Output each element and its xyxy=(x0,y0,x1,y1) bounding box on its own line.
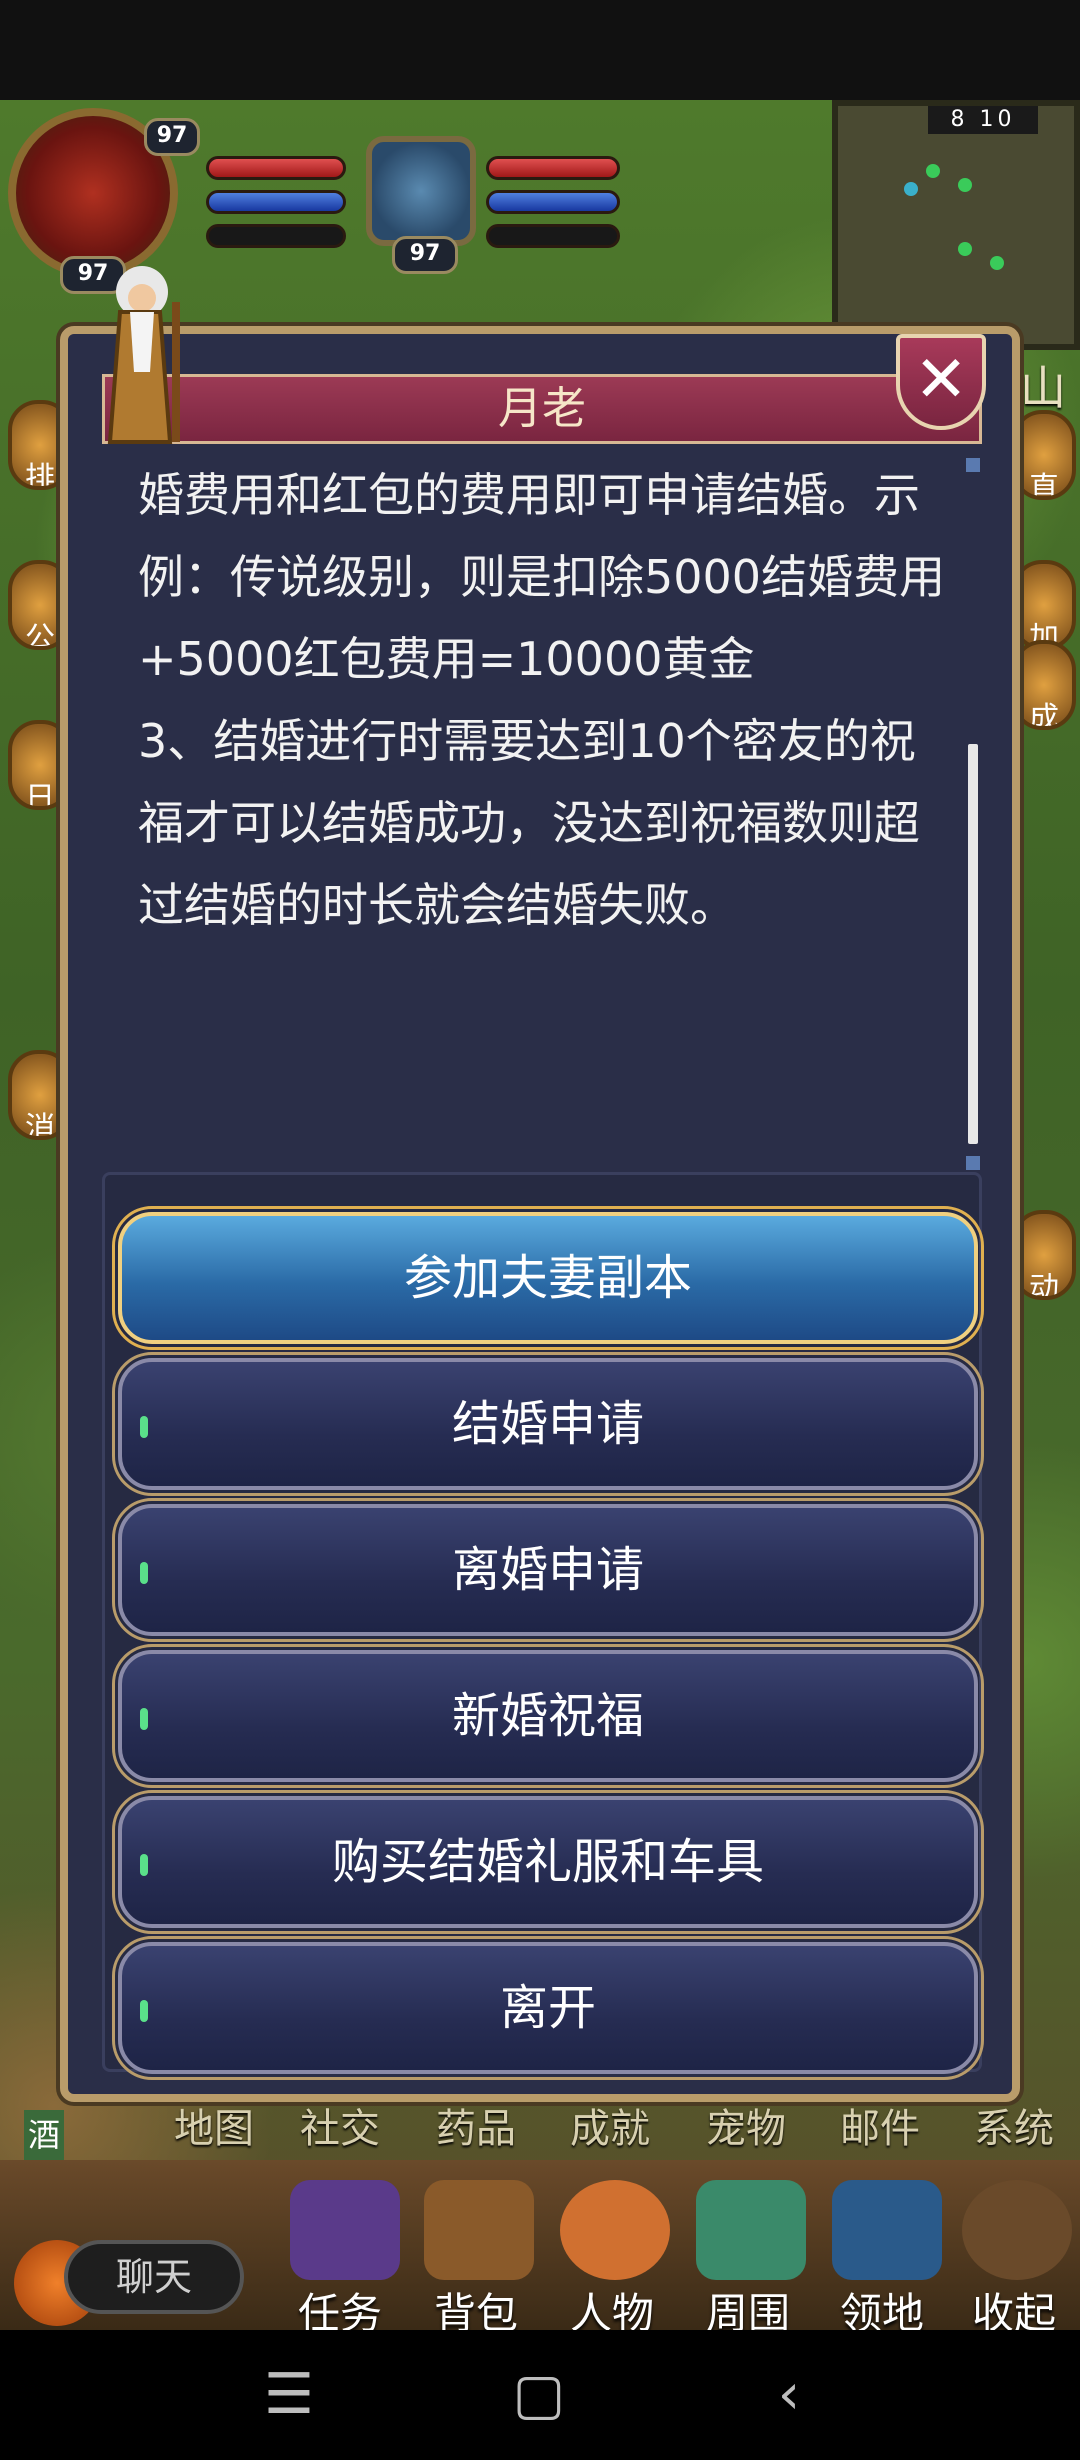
option-buy-wedding-outfit-button[interactable]: 购买结婚礼服和车具 xyxy=(112,1790,984,1934)
backpack-icon[interactable] xyxy=(424,2180,534,2280)
tab-map[interactable]: 地图 xyxy=(174,2096,254,2154)
side-icon-bonus[interactable]: 加 xyxy=(1012,560,1076,650)
tab-pets[interactable]: 宠物 xyxy=(706,2096,786,2154)
quick-tabs: 地图 社交 药品 成就 宠物 邮件 系统 xyxy=(160,2096,1080,2156)
minimap-coordinates: 8 10 xyxy=(928,106,1038,134)
minimap-npc-marker xyxy=(990,256,1004,270)
close-button[interactable]: ✕ xyxy=(896,334,986,430)
tab-social[interactable]: 社交 xyxy=(300,2096,380,2154)
dialog-title: 月老 xyxy=(102,374,982,444)
pet-mp-bar xyxy=(486,190,620,214)
pet-level-badge: 97 xyxy=(392,236,458,274)
status-bar xyxy=(0,0,1080,100)
dialog-paragraph: 婚费用和红包的费用即可申请结婚。示例：传说级别，则是扣除5000结婚费用+500… xyxy=(138,468,946,686)
option-couple-dungeon-button[interactable]: 参加夫妻副本 xyxy=(112,1206,984,1350)
minimap-player-marker xyxy=(904,182,918,196)
button-indicator-icon xyxy=(140,1562,148,1584)
minimap-npc-marker xyxy=(958,242,972,256)
tab-system[interactable]: 系统 xyxy=(974,2096,1054,2154)
tab-potions[interactable]: 药品 xyxy=(436,2096,516,2154)
map-label-mountain: 山 xyxy=(1020,361,1066,415)
tavern-sign: 酒 xyxy=(24,2110,64,2160)
side-icon-city[interactable]: 成 xyxy=(1012,640,1076,730)
option-label: 新婚祝福 xyxy=(451,1688,644,1744)
pet-hp-bar xyxy=(486,156,620,180)
minimap-npc-marker xyxy=(926,164,940,178)
button-indicator-icon xyxy=(140,2000,148,2022)
player-hp-bar xyxy=(206,156,346,180)
minimap-npc-marker xyxy=(958,178,972,192)
button-indicator-icon xyxy=(140,1708,148,1730)
scroll-up-arrow-icon[interactable] xyxy=(966,458,980,472)
player-xp-bar xyxy=(206,224,346,248)
scroll-down-arrow-icon[interactable] xyxy=(966,1156,980,1170)
chat-button[interactable]: 聊天 xyxy=(64,2240,244,2314)
option-leave-button[interactable]: 离开 xyxy=(112,1936,984,2080)
minimap[interactable]: 8 10 xyxy=(832,100,1080,350)
character-icon[interactable] xyxy=(560,2180,670,2280)
option-divorce-apply-button[interactable]: 离婚申请 xyxy=(112,1498,984,1642)
button-indicator-icon xyxy=(140,1854,148,1876)
option-label: 结婚申请 xyxy=(451,1396,644,1452)
npc-elder-icon xyxy=(107,266,180,444)
collapse-icon[interactable] xyxy=(962,2180,1072,2280)
button-indicator-icon xyxy=(140,1416,148,1438)
player-level-badge: 97 xyxy=(144,118,200,156)
back-icon[interactable]: ‹ xyxy=(754,2360,824,2430)
pet-xp-bar xyxy=(486,224,620,248)
player-mp-bar xyxy=(206,190,346,214)
system-nav-bar: ☰ ▢ ‹ xyxy=(0,2330,1080,2460)
menu-icon[interactable]: ☰ xyxy=(254,2360,324,2430)
dialog-text-area[interactable]: 婚费用和红包的费用即可申请结婚。示例：传说级别，则是扣除5000结婚费用+500… xyxy=(138,454,958,1094)
option-label: 购买结婚礼服和车具 xyxy=(331,1834,764,1890)
quest-book-icon[interactable] xyxy=(290,2180,400,2280)
tab-achievements[interactable]: 成就 xyxy=(570,2096,650,2154)
territory-icon[interactable] xyxy=(832,2180,942,2280)
dialog-paragraph: 3、结婚进行时需要达到10个密友的祝福才可以结婚成功，没达到祝福数则超过结婚的时… xyxy=(138,714,920,932)
side-icon-event[interactable]: 动 xyxy=(1012,1210,1076,1300)
home-icon[interactable]: ▢ xyxy=(504,2360,574,2430)
option-wedding-blessing-button[interactable]: 新婚祝福 xyxy=(112,1644,984,1788)
pet-avatar[interactable] xyxy=(366,136,476,246)
scrollbar-thumb[interactable] xyxy=(968,744,978,1144)
option-marriage-apply-button[interactable]: 结婚申请 xyxy=(112,1352,984,1496)
side-icon-direct[interactable]: 直 xyxy=(1012,410,1076,500)
npc-dialog: 月老 ✕ 婚费用和红包的费用即可申请结婚。示例：传说级别，则是扣除5000结婚费… xyxy=(60,326,1020,2102)
tab-mail[interactable]: 邮件 xyxy=(840,2096,920,2154)
nearby-icon[interactable] xyxy=(696,2180,806,2280)
option-label: 离开 xyxy=(499,1980,596,2036)
option-label: 离婚申请 xyxy=(451,1542,644,1598)
